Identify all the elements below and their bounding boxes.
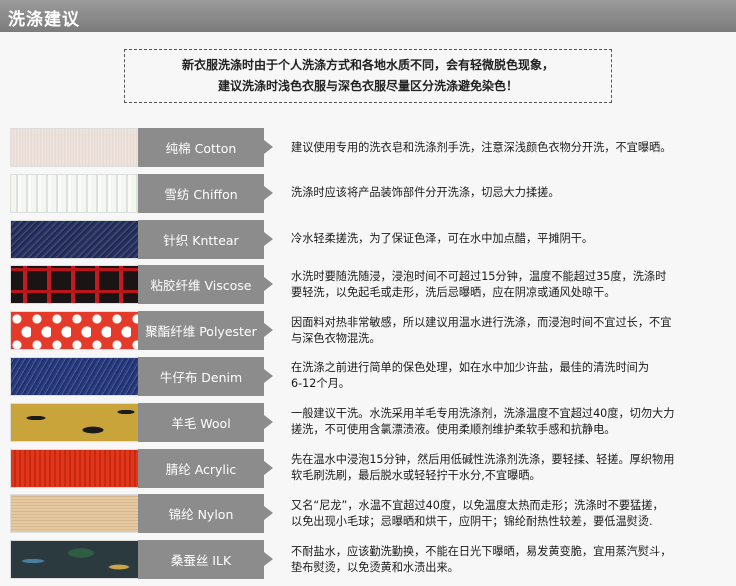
acrylic-swatch [10, 448, 139, 488]
instruction-line: 要轻洗，以免起毛或走形，洗后忌曝晒，应在阴凉或通风处晾干。 [291, 285, 616, 299]
knit-swatch [10, 219, 139, 259]
nylon-swatch [10, 494, 139, 534]
notice-line: 新衣服洗涤时由于个人洗涤方式和各地水质不同，会有轻微脱色现象， [181, 58, 554, 72]
silk-swatch [10, 540, 139, 580]
wool-swatch [10, 402, 139, 442]
fabric-label: 锦纶 Nylon [138, 494, 273, 534]
header-bar: 洗涤建议 [0, 0, 736, 32]
section-title: 洗涤建议 [8, 10, 80, 30]
instruction-line: 又名“尼龙”，水温不宜超过40度，以免温度太热而走形；洗涤时不要猛搓， [291, 498, 664, 512]
fabric-row-knit: 针织 Knttear 冷水轻柔搓洗，为了保证色泽，可在水中加点醋，平摊阴干。 [10, 219, 726, 259]
fabric-care-list: 纯棉 Cotton 建议使用专用的洗衣皂和洗涤剂手洗，注意深浅颜色衣物分开洗，不… [10, 128, 726, 586]
instruction-line: 洗涤时应该将产品装饰部件分开洗涤，切忌大力揉搓。 [291, 186, 560, 200]
fabric-row-chiffon: 雪纺 Chiffon 洗涤时应该将产品装饰部件分开洗涤，切忌大力揉搓。 [10, 173, 726, 213]
fabric-label: 雪纺 Chiffon [138, 173, 273, 213]
fabric-row-polyester: 聚酯纤维 Polyester 因面料对热非常敏感，所以建议用温水进行洗涤，而浸泡… [10, 311, 726, 351]
care-instruction: 水洗时要随洗随浸，浸泡时间不可超过15分钟，温度不能超过35度，洗涤时 要轻洗，… [291, 265, 721, 304]
fabric-label: 桑蚕丝 ILK [138, 540, 273, 580]
fabric-label: 纯棉 Cotton [138, 128, 273, 167]
care-instruction: 又名“尼龙”，水温不宜超过40度，以免温度太热而走形；洗涤时不要猛搓， 以免出现… [291, 494, 721, 533]
fabric-row-cotton: 纯棉 Cotton 建议使用专用的洗衣皂和洗涤剂手洗，注意深浅颜色衣物分开洗，不… [10, 128, 726, 167]
instruction-line: 先在温水中浸泡15分钟，然后用低碱性洗涤剂洗涤，要轻揉、轻搓。厚织物用 [291, 453, 675, 467]
fabric-label: 羊毛 Wool [138, 402, 273, 442]
care-instruction: 一般建议干洗。水洗采用羊毛专用洗涤剂，洗涤温度不宜超过40度，切勿大力 搓洗，不… [291, 403, 721, 442]
instruction-line: 不耐盐水，应该勤洗勤换，不能在日光下曝晒，易发黄变脆，宜用蒸汽熨斗， [291, 544, 672, 558]
instruction-line: 软毛刷洗刷，最后脱水或轻轻拧干水分,不宜曝晒。 [291, 469, 541, 483]
fabric-row-denim: 牛仔布 Denim 在洗涤之前进行简单的保色处理，如在水中加少许盐，最佳的清洗时… [10, 356, 726, 396]
viscose-swatch [10, 265, 139, 305]
instruction-line: 以免出现小毛球；忌曝晒和烘干，应阴干；锦纶耐热性较差，要低温熨烫. [291, 514, 653, 528]
fabric-row-nylon: 锦纶 Nylon 又名“尼龙”，水温不宜超过40度，以免温度太热而走形；洗涤时不… [10, 494, 726, 534]
care-instruction: 建议使用专用的洗衣皂和洗涤剂手洗，注意深浅颜色衣物分开洗，不宜曝晒。 [291, 128, 721, 167]
fabric-label: 聚酯纤维 Polyester [138, 311, 273, 351]
instruction-line: 垫布熨烫，以免烫黄和水渍出来。 [291, 560, 459, 574]
fabric-row-acrylic: 腈纶 Acrylic 先在温水中浸泡15分钟，然后用低碱性洗涤剂洗涤，要轻揉、轻… [10, 448, 726, 488]
care-instruction: 在洗涤之前进行简单的保色处理，如在水中加少许盐，最佳的清洗时间为 6-12个月。 [291, 357, 721, 396]
fabric-label: 针织 Knttear [138, 219, 273, 259]
fabric-label: 腈纶 Acrylic [138, 448, 273, 488]
instruction-line: 因面料对热非常敏感，所以建议用温水进行洗涤，而浸泡时间不宜过长，不宜 [291, 315, 672, 329]
fabric-label: 粘胶纤维 Viscose [138, 265, 273, 305]
notice-box: 新衣服洗涤时由于个人洗涤方式和各地水质不同，会有轻微脱色现象， 建议洗涤时浅色衣… [124, 49, 612, 103]
instruction-line: 建议使用专用的洗衣皂和洗涤剂手洗，注意深浅颜色衣物分开洗，不宜曝晒。 [291, 140, 672, 154]
notice-line: 建议洗涤时浅色衣服与深色衣服尽量区分洗涤避免染色！ [217, 79, 518, 93]
care-instruction: 冷水轻柔搓洗，为了保证色泽，可在水中加点醋，平摊阴干。 [291, 220, 721, 259]
polyester-swatch [10, 311, 139, 351]
care-instruction: 不耐盐水，应该勤洗勤换，不能在日光下曝晒，易发黄变脆，宜用蒸汽熨斗， 垫布熨烫，… [291, 540, 721, 579]
care-instruction: 洗涤时应该将产品装饰部件分开洗涤，切忌大力揉搓。 [291, 174, 721, 213]
fabric-row-viscose: 粘胶纤维 Viscose 水洗时要随洗随浸，浸泡时间不可超过15分钟，温度不能超… [10, 265, 726, 305]
fabric-row-silk: 桑蚕丝 ILK 不耐盐水，应该勤洗勤换，不能在日光下曝晒，易发黄变脆，宜用蒸汽熨… [10, 540, 726, 580]
fabric-row-wool: 羊毛 Wool 一般建议干洗。水洗采用羊毛专用洗涤剂，洗涤温度不宜超过40度，切… [10, 402, 726, 442]
care-instruction: 因面料对热非常敏感，所以建议用温水进行洗涤，而浸泡时间不宜过长，不宜 与深色衣物… [291, 311, 721, 350]
care-instruction: 先在温水中浸泡15分钟，然后用低碱性洗涤剂洗涤，要轻揉、轻搓。厚织物用 软毛刷洗… [291, 449, 721, 488]
instruction-line: 在洗涤之前进行简单的保色处理，如在水中加少许盐，最佳的清洗时间为 [291, 361, 650, 375]
fabric-label: 牛仔布 Denim [138, 356, 273, 396]
denim-swatch [10, 356, 139, 396]
chiffon-swatch [10, 173, 139, 213]
instruction-line: 与深色衣物混洗。 [291, 331, 381, 345]
instruction-line: 6-12个月。 [291, 377, 350, 391]
instruction-line: 水洗时要随洗随浸，浸泡时间不可超过15分钟，温度不能超过35度，洗涤时 [291, 269, 667, 283]
cotton-swatch [10, 128, 139, 167]
instruction-line: 冷水轻柔搓洗，为了保证色泽，可在水中加点醋，平摊阴干。 [291, 232, 594, 246]
instruction-line: 一般建议干洗。水洗采用羊毛专用洗涤剂，洗涤温度不宜超过40度，切勿大力 [291, 407, 675, 421]
instruction-line: 搓洗，不可使用含氯漂渍液。使用柔顺剂维护柔软手感和抗静电。 [291, 423, 616, 437]
